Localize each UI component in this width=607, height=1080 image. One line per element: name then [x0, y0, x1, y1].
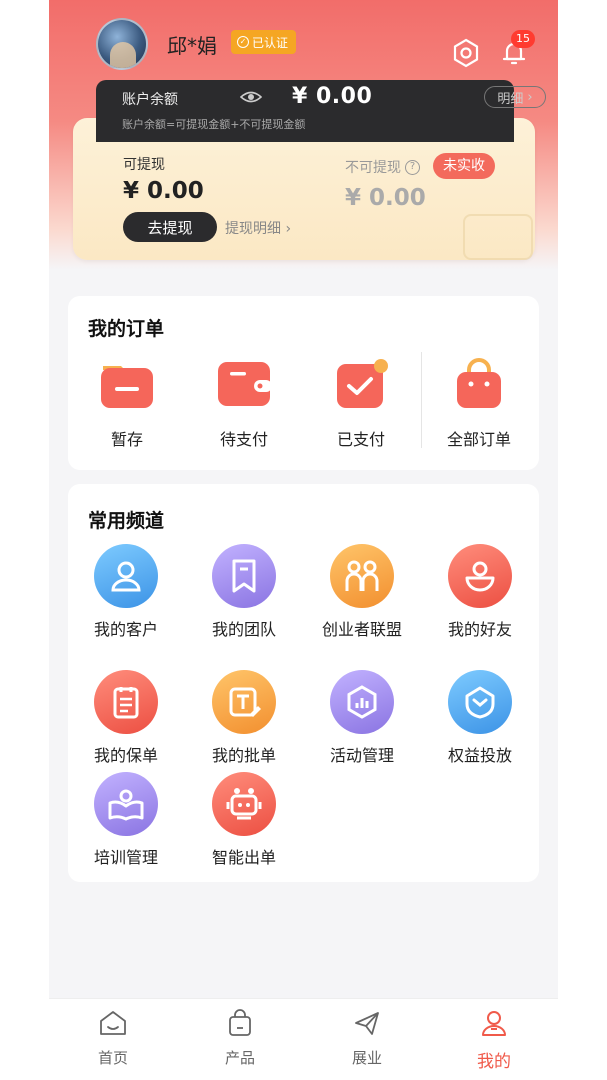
alliance-icon [330, 544, 394, 608]
balance-note: 账户余额=可提现金额+不可提现金额 [122, 118, 306, 131]
channel-friends-label: 我的好友 [447, 620, 512, 639]
app-screen: 邱*娟 ✓ 已认证 15 可提现 ¥ 0.00 去提现 提现明细 › 不可提现 … [49, 0, 558, 1080]
send-icon [355, 1012, 379, 1035]
order-pending-label: 待支付 [219, 430, 268, 449]
training-icon [94, 772, 158, 836]
paid-check-icon [337, 359, 388, 408]
channel-alliance-label: 创业者联盟 [321, 620, 402, 639]
order-paid[interactable]: 已支付 [311, 358, 411, 450]
check-circle-icon: ✓ [237, 36, 249, 48]
verified-label: 已认证 [252, 35, 289, 50]
verified-badge: ✓ 已认证 [231, 30, 297, 54]
policy-icon [94, 670, 158, 734]
balance-panel: 账户余额 ¥ 0.00 账户余额=可提现金额+不可提现金额 明细 › [96, 80, 546, 142]
robot-icon [212, 772, 276, 836]
channel-friends[interactable]: 我的好友 [425, 544, 535, 641]
detail-label: 明细 [497, 91, 524, 107]
team-bookmark-icon [212, 544, 276, 608]
profile-icon [482, 1011, 506, 1036]
channel-smart-issuance[interactable]: 智能出单 [189, 772, 299, 869]
channel-training[interactable]: 培训管理 [71, 772, 181, 869]
shopping-bag-icon [457, 358, 501, 408]
tab-business[interactable]: 展业 [322, 1009, 412, 1068]
eye-icon[interactable] [240, 89, 262, 105]
channel-team-label: 我的团队 [211, 620, 276, 639]
endorsement-icon [212, 670, 276, 734]
order-pending[interactable]: 待支付 [194, 358, 294, 450]
unreceived-tag[interactable]: 未实收 [433, 153, 495, 179]
orders-title: 我的订单 [88, 318, 165, 340]
order-draft-label: 暂存 [110, 430, 143, 449]
home-icon [100, 1011, 126, 1035]
customer-icon [94, 544, 158, 608]
orders-card: 我的订单 暂存 待支付 已支付 全部订单 [68, 296, 539, 470]
divider [421, 352, 422, 448]
balance-detail-button[interactable]: 明细 › [484, 86, 546, 108]
activity-icon [330, 670, 394, 734]
balance-value: ¥ 0.00 [292, 84, 373, 109]
channel-training-label: 培训管理 [93, 848, 158, 867]
chevron-right-icon: › [527, 89, 533, 105]
product-bag-icon [229, 1009, 251, 1036]
tab-home-label: 首页 [97, 1049, 128, 1067]
unavailable-label-row: 不可提现 ? [345, 157, 420, 177]
tab-business-label: 展业 [351, 1049, 382, 1067]
channel-smart-issuance-label: 智能出单 [211, 848, 276, 867]
wallet-icon [218, 362, 272, 406]
unavailable-value: ¥ 0.00 [345, 185, 426, 211]
channel-benefits[interactable]: 权益投放 [425, 670, 535, 767]
available-label: 可提现 [123, 157, 165, 173]
channel-customers-label: 我的客户 [93, 620, 158, 639]
unavailable-label: 不可提现 [345, 160, 401, 176]
withdraw-button[interactable]: 去提现 [123, 212, 217, 242]
balance-label: 账户余额 [122, 92, 178, 108]
channel-customers[interactable]: 我的客户 [71, 544, 181, 641]
folder-icon [101, 366, 153, 408]
channel-activities[interactable]: 活动管理 [307, 670, 417, 767]
avatar[interactable] [96, 18, 148, 70]
channel-team[interactable]: 我的团队 [189, 544, 299, 641]
help-icon[interactable]: ? [405, 159, 420, 175]
bottom-tab-bar: 首页 产品 展业 我的 [49, 998, 558, 1080]
channels-title: 常用频道 [88, 510, 165, 532]
tab-products[interactable]: 产品 [195, 1009, 285, 1068]
tab-home[interactable]: 首页 [68, 1009, 158, 1068]
channel-endorsements-label: 我的批单 [211, 746, 276, 765]
username: 邱*娟 [167, 34, 217, 58]
order-paid-label: 已支付 [336, 430, 385, 449]
benefit-icon [448, 670, 512, 734]
channel-policies[interactable]: 我的保单 [71, 670, 181, 767]
friend-icon [448, 544, 512, 608]
tab-mine[interactable]: 我的 [449, 1009, 539, 1072]
order-draft[interactable]: 暂存 [77, 358, 177, 450]
wallet-decoration-icon [463, 214, 533, 260]
available-value: ¥ 0.00 [123, 178, 204, 204]
order-all-label: 全部订单 [446, 430, 511, 449]
tab-mine-label: 我的 [477, 1052, 511, 1072]
withdraw-detail-link[interactable]: 提现明细 › [225, 218, 291, 238]
channel-benefits-label: 权益投放 [447, 746, 512, 765]
channel-activities-label: 活动管理 [329, 746, 394, 765]
settings-hexagon-icon[interactable] [451, 38, 481, 68]
channels-card: 常用频道 我的客户 我的团队 创业者联盟 我的好友 我的保单 我的批单 活动管理… [68, 484, 539, 882]
tab-products-label: 产品 [224, 1049, 255, 1067]
channel-policies-label: 我的保单 [93, 746, 158, 765]
channel-endorsements[interactable]: 我的批单 [189, 670, 299, 767]
notification-badge: 15 [511, 30, 535, 48]
channel-alliance[interactable]: 创业者联盟 [307, 544, 417, 641]
order-all[interactable]: 全部订单 [429, 358, 529, 450]
